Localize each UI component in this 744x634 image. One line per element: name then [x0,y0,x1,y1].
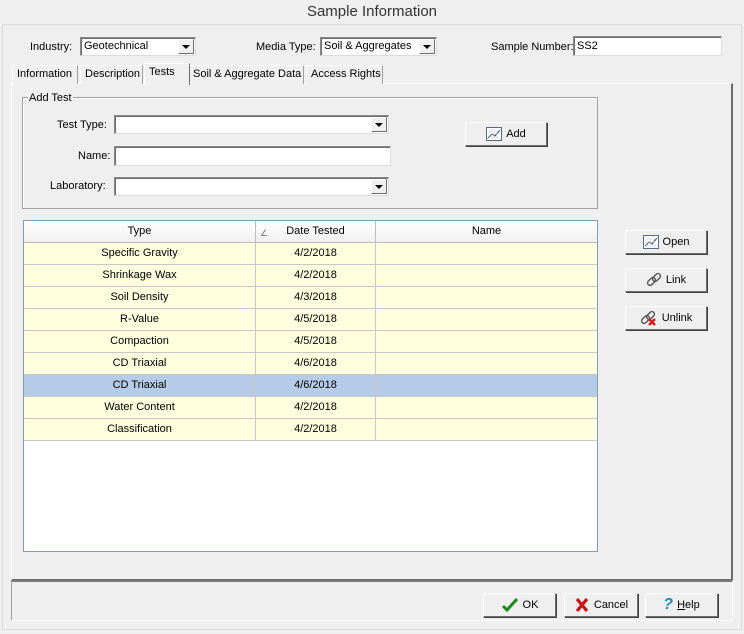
ok-button[interactable]: OK [483,593,556,617]
tests-grid[interactable]: Type ∠ Date Tested Name Specific Gravity… [23,220,598,552]
name-input[interactable] [114,146,391,166]
unlink-button-label: Unlink [661,312,693,324]
media-type-label: Media Type: [256,41,316,53]
cell-date-tested: 4/2/2018 [256,397,376,418]
test-type-dropdown-button[interactable] [371,117,387,132]
cell-name [376,375,597,396]
cell-date-tested: 4/5/2018 [256,309,376,330]
cell-date-tested: 4/6/2018 [256,353,376,374]
tab-soil-aggregate-data[interactable]: Soil & Aggregate Data [188,65,304,84]
cell-name [376,419,597,440]
window-title: Sample Information [306,3,438,20]
industry-dropdown-button[interactable] [178,39,194,54]
chart-icon [486,127,503,141]
cell-date-tested: 4/2/2018 [256,243,376,264]
open-button[interactable]: Open [625,230,707,254]
cell-type: Water Content [24,397,256,418]
column-header-date-tested[interactable]: ∠ Date Tested [256,221,376,243]
cell-type: Specific Gravity [24,243,256,264]
table-row[interactable]: Water Content 4/2/2018 [24,397,597,419]
laboratory-label: Laboratory: [50,180,106,192]
media-type-dropdown-button[interactable] [419,39,435,54]
link-chain-icon [646,272,662,288]
column-header-date-tested-label: Date Tested [286,225,345,237]
cancel-button[interactable]: Cancel [564,593,638,617]
sample-number-input[interactable]: SS2 [573,36,722,56]
name-label: Name: [78,150,111,162]
cell-date-tested: 4/6/2018 [256,375,376,396]
table-row[interactable]: R-Value 4/5/2018 [24,309,597,331]
chevron-down-icon [423,44,431,49]
laboratory-dropdown-button[interactable] [371,179,387,194]
chevron-down-icon [182,44,190,49]
cell-date-tested: 4/2/2018 [256,419,376,440]
unlink-button[interactable]: Unlink [625,306,707,330]
cell-date-tested: 4/3/2018 [256,287,376,308]
cell-name [376,265,597,286]
table-row[interactable]: Compaction 4/5/2018 [24,331,597,353]
add-test-group-label: Add Test [28,91,73,105]
cell-type: Classification [24,419,256,440]
cell-type: Soil Density [24,287,256,308]
cell-date-tested: 4/2/2018 [256,265,376,286]
cell-type: R-Value [24,309,256,330]
chart-icon [642,235,659,249]
cell-type: Shrinkage Wax [24,265,256,286]
help-button[interactable]: ? Help [645,593,718,617]
chevron-down-icon [375,122,383,127]
table-row[interactable]: Classification 4/2/2018 [24,419,597,441]
cell-name [376,353,597,374]
table-row[interactable]: CD Triaxial 4/6/2018 [24,353,597,375]
table-row[interactable]: Specific Gravity 4/2/2018 [24,243,597,265]
cell-type: CD Triaxial [24,353,256,374]
cell-name [376,287,597,308]
tab-information[interactable]: Information [12,65,78,84]
cell-date-tested: 4/5/2018 [256,331,376,352]
help-question-icon: ? [663,596,674,613]
media-type-select[interactable]: Soil & Aggregates [320,37,437,56]
add-test-button[interactable]: Add [465,122,547,146]
cell-type: Compaction [24,331,256,352]
grid-header: Type ∠ Date Tested Name [24,221,597,243]
media-type-value: Soil & Aggregates [324,40,412,52]
add-test-button-label: Add [506,128,526,140]
cell-name [376,243,597,264]
open-button-label: Open [662,236,690,248]
industry-select[interactable]: Geotechnical [80,37,196,56]
ok-button-label: OK [522,599,539,611]
tab-tests[interactable]: Tests [144,63,190,85]
sample-number-label: Sample Number: [491,41,574,53]
cell-name [376,397,597,418]
table-row[interactable]: CD Triaxial 4/6/2018 [24,375,597,397]
checkmark-icon [501,597,519,613]
industry-label: Industry: [30,41,73,53]
sort-ascending-icon: ∠ [260,228,269,238]
cell-type: CD Triaxial [24,375,256,396]
table-row[interactable]: Soil Density 4/3/2018 [24,287,597,309]
close-x-icon [574,597,590,613]
cell-name [376,309,597,330]
tab-description[interactable]: Description [80,65,143,84]
cell-name [376,331,597,352]
industry-value: Geotechnical [84,40,149,52]
column-header-name[interactable]: Name [376,221,597,243]
chevron-down-icon [375,184,383,189]
cancel-button-label: Cancel [593,599,629,611]
table-row[interactable]: Shrinkage Wax 4/2/2018 [24,265,597,287]
unlink-chain-icon [640,310,658,326]
test-type-select[interactable] [114,115,389,134]
tab-access-rights[interactable]: Access Rights [306,65,383,84]
link-button[interactable]: Link [625,268,707,292]
column-header-type[interactable]: Type [24,221,256,243]
test-type-label: Test Type: [57,119,107,131]
help-button-label: Help [677,599,700,611]
link-button-label: Link [665,274,687,286]
laboratory-select[interactable] [114,177,389,196]
